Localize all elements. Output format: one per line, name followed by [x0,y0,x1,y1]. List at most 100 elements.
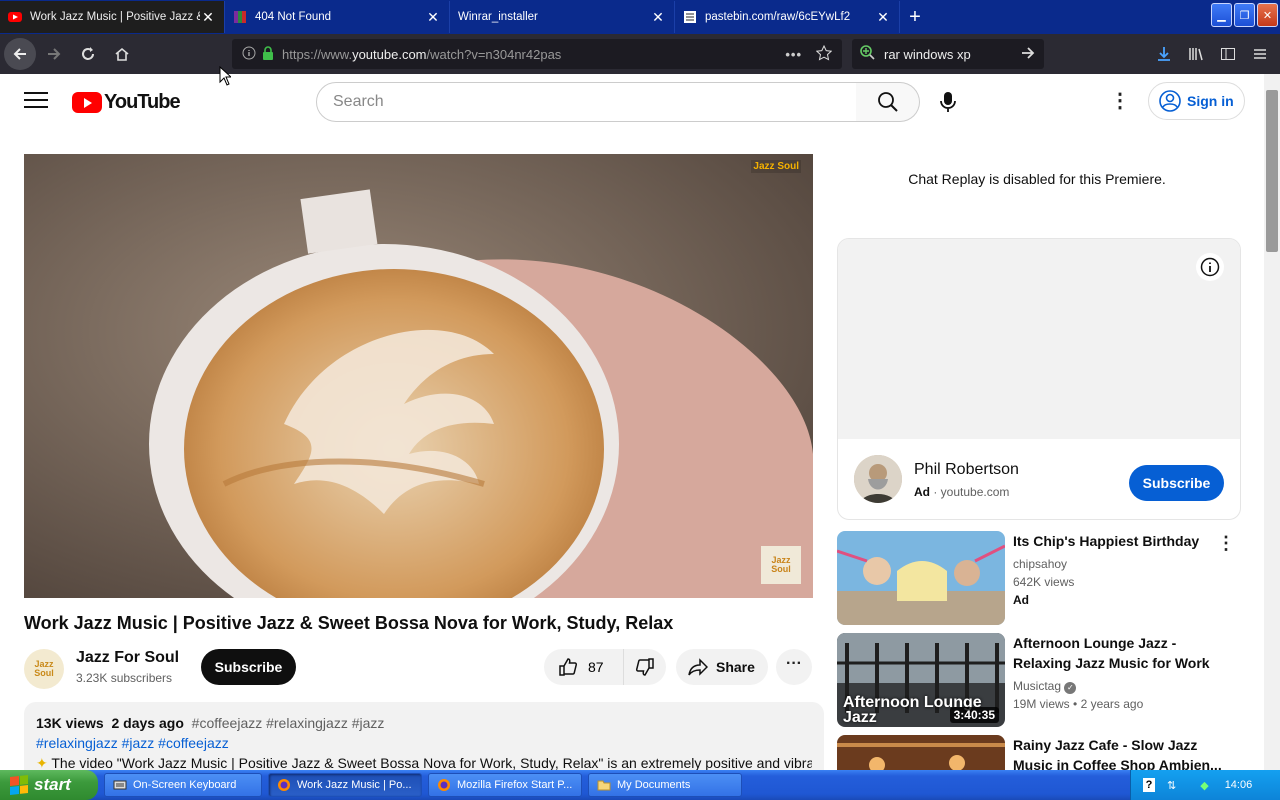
like-count: 87 [588,659,604,675]
video-duration: 3:40:35 [949,707,999,723]
menu-icon[interactable] [1246,38,1274,70]
search-input[interactable]: Search [316,82,857,122]
home-button[interactable] [106,38,138,70]
go-arrow-icon[interactable] [1020,45,1036,64]
recommendation-title[interactable]: Afternoon Lounge Jazz - Relaxing Jazz Mu… [1013,633,1223,673]
close-tab-icon[interactable]: ✕ [875,9,891,26]
url-bar[interactable]: https://www.youtube.com/watch?v=n304nr42… [232,39,842,69]
sparkle-emoji-icon: ✦ [36,755,48,771]
verified-badge-icon: ✓ [1064,682,1077,694]
voice-search-button[interactable] [928,82,968,122]
back-button[interactable] [4,38,36,70]
youtube-logo[interactable]: YouTube [72,91,181,114]
ad-meta: Ad · youtube.com [914,485,1010,499]
close-tab-icon[interactable]: ✕ [650,9,666,26]
recommendation-channel: Musictag ✓ [1013,679,1077,694]
upload-age: 2 days ago [111,715,184,731]
guide-menu-icon[interactable] [24,92,48,112]
tray-app-icon[interactable]: ◆ [1200,779,1208,792]
advertiser-avatar[interactable] [854,455,902,503]
tab-youtube[interactable]: Work Jazz Music | Positive Jazz & S ✕ [0,1,225,33]
channel-row: Jazz Soul Jazz For Soul 3.23K subscribers… [24,645,824,689]
taskbar-item-my-documents[interactable]: My Documents [588,773,742,797]
channel-branding-icon[interactable]: Jazz Soul [761,546,801,584]
downloads-icon[interactable] [1150,38,1178,70]
info-icon[interactable] [242,46,256,63]
taskbar-item-youtube[interactable]: Work Jazz Music | Po... [268,773,422,797]
help-icon[interactable]: ? [1143,778,1155,792]
channel-avatar[interactable]: Jazz Soul [24,649,64,689]
tab-404[interactable]: 404 Not Found ✕ [225,1,450,33]
channel-name[interactable]: Jazz For Soul [76,649,179,667]
library-icon[interactable] [1182,38,1210,70]
browser-search-bar[interactable]: rar windows xp [852,39,1044,69]
minimize-button[interactable]: ▁ [1211,3,1232,27]
recommendation-title[interactable]: Its Chip's Happiest Birthday [1013,531,1223,551]
share-button[interactable]: Share [676,649,768,685]
search-engine-icon[interactable] [860,44,876,64]
recommendation-channel: chipsahoy [1013,557,1068,571]
system-tray: ? ⇅ ◆ 14:06 [1130,770,1280,800]
account-icon [1159,90,1181,112]
dislike-button[interactable] [624,657,666,677]
page-actions-icon[interactable]: ••• [785,47,802,62]
forward-button[interactable] [38,38,70,70]
search-query: rar windows xp [884,46,971,62]
restore-button[interactable]: ❐ [1234,3,1255,27]
close-window-button[interactable]: ✕ [1257,3,1278,27]
taskbar-item-firefox-start[interactable]: Mozilla Firefox Start P... [428,773,582,797]
recommendation-item[interactable]: Afternoon Lounge Jazz 3:40:35 Afternoon … [837,633,1247,729]
close-tab-icon[interactable]: ✕ [425,9,441,26]
close-tab-icon[interactable]: ✕ [200,9,216,26]
video-player[interactable]: Jazz Soul Jazz Soul [24,154,813,598]
window-controls: ▁ ❐ ✕ [1211,3,1278,27]
tab-title: Work Jazz Music | Positive Jazz & S [30,11,200,23]
recommendation-views: 642K views [1013,575,1075,589]
tab-title: Winrar_installer [458,11,538,23]
info-icon[interactable] [1196,253,1224,281]
more-options-icon[interactable]: ⋮ [1217,533,1235,554]
microphone-icon [940,92,956,112]
search-button[interactable] [856,82,920,122]
description-meta: 13K views 2 days ago #coffeejazz #relaxi… [36,713,812,733]
advertiser-name[interactable]: Phil Robertson [914,461,1019,479]
tab-pastebin[interactable]: pastebin.com/raw/6cEYwLf2 ✕ [675,1,900,33]
bookmark-star-icon[interactable] [815,44,833,64]
ad-subscribe-button[interactable]: Subscribe [1129,465,1224,501]
sign-in-button[interactable]: Sign in [1148,82,1245,120]
new-tab-button[interactable]: + [900,0,930,34]
browser-navbar: https://www.youtube.com/watch?v=n304nr42… [0,34,1280,74]
scrollbar-thumb[interactable] [1266,90,1278,252]
more-actions-button[interactable]: ··· [776,649,812,685]
sidebar-toggle-icon[interactable] [1214,38,1242,70]
recommendation-title[interactable]: Rainy Jazz Cafe - Slow Jazz Music in Cof… [1013,735,1223,770]
video-thumbnail[interactable] [837,735,1005,770]
network-icon[interactable]: ⇅ [1167,779,1176,792]
settings-kebab-icon[interactable]: ⋮ [1104,91,1136,112]
subscribe-button[interactable]: Subscribe [201,649,296,685]
tab-winrar[interactable]: Winrar_installer ✕ [450,1,675,33]
like-button[interactable]: 87 [544,649,624,685]
search-placeholder: Search [333,93,384,110]
browser-tabstrip: Work Jazz Music | Positive Jazz & S ✕ 40… [0,0,1280,34]
folder-icon [597,780,611,791]
recommendation-item[interactable]: Its Chip's Happiest Birthday chipsahoy 6… [837,531,1247,627]
reload-button[interactable] [72,38,104,70]
page-scrollbar[interactable] [1264,74,1280,770]
taskbar-item-osk[interactable]: On-Screen Keyboard [104,773,262,797]
youtube-favicon-icon [8,10,22,24]
start-button[interactable]: start [0,770,98,800]
windows-flag-icon [10,775,28,795]
keyboard-icon [113,780,127,790]
pastebin-favicon-icon [683,10,697,24]
tab-title: 404 Not Found [255,11,332,23]
video-thumbnail[interactable] [837,531,1005,625]
thumbs-down-icon [635,658,654,676]
hashtags-line[interactable]: #relaxingjazz #jazz #coffeejazz [36,733,812,753]
video-thumbnail[interactable]: Afternoon Lounge Jazz 3:40:35 [837,633,1005,727]
firefox-icon [278,779,290,791]
latte-art-frame [24,154,813,598]
recommendation-item[interactable]: Rainy Jazz Cafe - Slow Jazz Music in Cof… [837,735,1247,770]
ad-card[interactable]: Phil Robertson Ad · youtube.com Subscrib… [837,238,1241,520]
hashtags-inline[interactable]: #coffeejazz #relaxingjazz #jazz [192,715,385,731]
